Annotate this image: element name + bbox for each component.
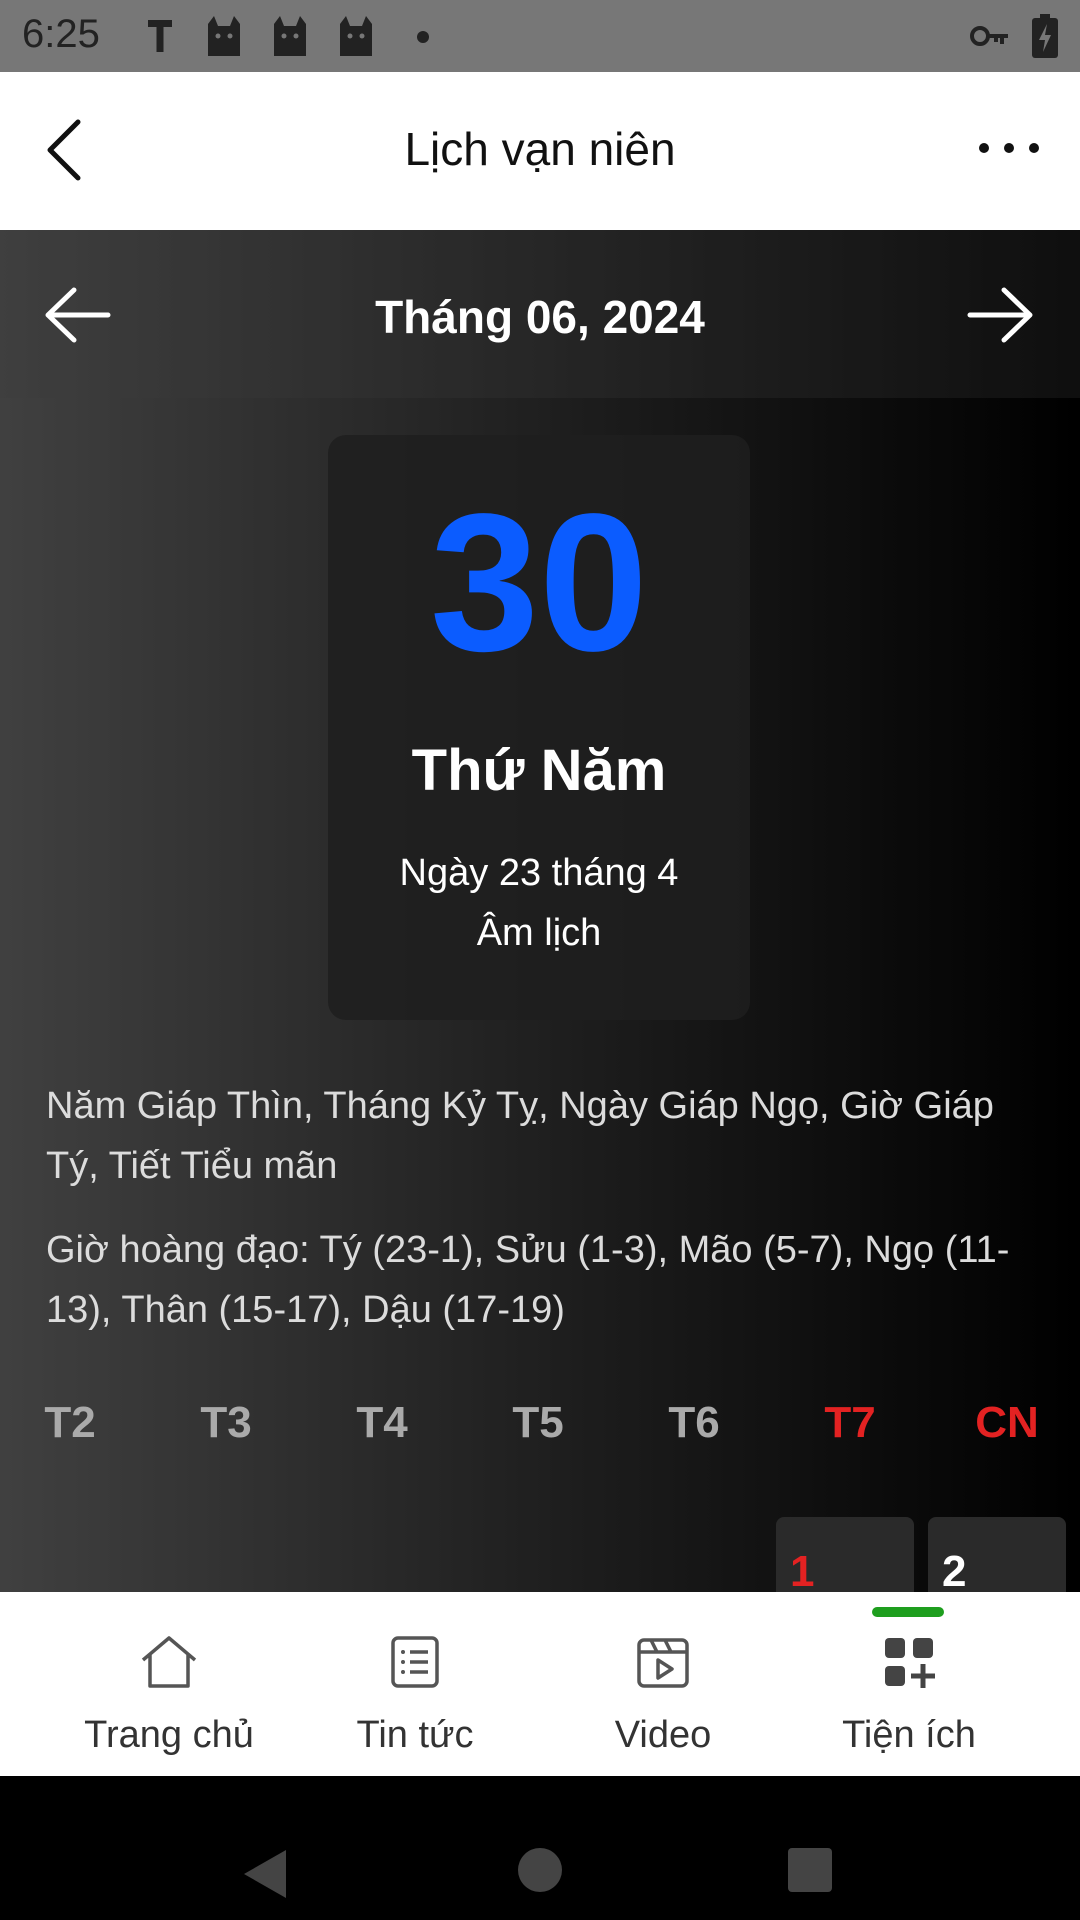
weekday-label: Thứ Năm [411,738,667,803]
nav-home[interactable]: Trang chủ [46,1592,292,1776]
cat-icon [336,14,376,63]
calendar-day-cell[interactable]: 1 [776,1517,914,1592]
day-cell-number: 1 [790,1547,815,1592]
cat-icon [204,14,244,63]
weekday-header: T3 [200,1398,252,1447]
calendar-panel: Tháng 06, 2024 30 Thứ Năm Ngày 23 tháng … [0,230,1080,1592]
system-recents-button[interactable] [786,1846,834,1899]
dot-icon [416,30,430,49]
nav-news[interactable]: Tin tức [292,1592,538,1776]
system-back-button[interactable] [240,1846,290,1907]
nav-utilities-label: Tiện ích [842,1714,976,1756]
battery-charging-icon [1032,14,1058,63]
weekday-header-sunday: CN [975,1398,1039,1447]
vpn-key-icon [970,22,1010,55]
system-home-button[interactable] [516,1846,564,1899]
selected-day-card: 30 Thứ Năm Ngày 23 tháng 4 Âm lịch [328,435,750,1020]
nav-utilities[interactable]: Tiện ích [786,1592,1032,1776]
video-icon [637,1638,689,1688]
home-icon [141,1636,197,1688]
app-header: Lịch vạn niên [0,72,1080,230]
lunar-calendar-label: Âm lịch [476,912,602,954]
bottom-navigation: Trang chủ Tin tức Video Tiện ích [0,1592,1080,1776]
hoang-dao-hours: Giờ hoàng đạo: Tý (23-1), Sửu (1-3), Mão… [46,1229,1010,1331]
more-options-button[interactable] [974,130,1044,166]
day-cell-number: 2 [942,1547,967,1592]
month-navigator: Tháng 06, 2024 [0,230,1080,398]
can-chi-info: Năm Giáp Thìn, Tháng Kỷ Tỵ, Ngày Giáp Ng… [46,1085,994,1187]
nav-news-label: Tin tức [356,1714,474,1756]
home-circle-icon [518,1848,562,1892]
status-time: 6:25 [22,12,100,56]
weekday-header: T2 [44,1398,96,1447]
month-label: Tháng 06, 2024 [375,291,705,343]
t-icon [146,16,174,61]
more-horizontal-icon [979,143,1039,153]
day-number: 30 [429,473,648,692]
lunar-date: Ngày 23 tháng 4 Âm lịch [328,843,750,963]
page-title: Lịch vạn niên [404,123,676,175]
news-list-icon [391,1636,439,1688]
next-month-button[interactable] [966,286,1034,344]
recents-square-icon [788,1848,832,1892]
system-navigation-bar [0,1776,1080,1920]
cat-icon [270,14,310,63]
weekday-header-saturday: T7 [824,1398,876,1447]
weekday-header: T4 [356,1398,408,1447]
status-bar: 6:25 [0,0,1080,72]
nav-video-label: Video [614,1714,712,1756]
nav-video[interactable]: Video [540,1592,786,1776]
apps-add-icon [885,1638,935,1688]
calendar-day-cell[interactable]: 2 [928,1517,1066,1592]
nav-home-label: Trang chủ [84,1714,254,1756]
weekday-header: T5 [512,1398,564,1447]
lunar-date-line: Ngày 23 tháng 4 [399,852,679,894]
back-triangle-icon [244,1850,286,1898]
arrow-right-icon [967,287,1033,343]
weekday-header-row: T2 T3 T4 T5 T6 T7 CN [0,1398,1080,1458]
weekday-header: T6 [668,1398,720,1447]
